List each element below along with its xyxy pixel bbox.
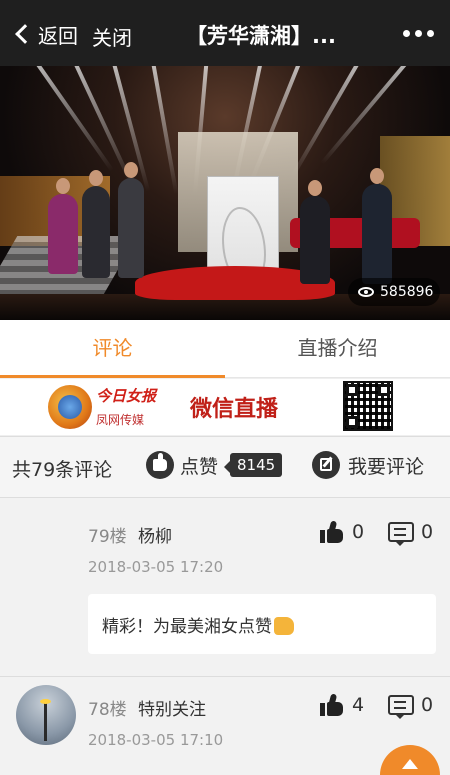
sponsor-banner: 今日女报 凤网传媒 微信直播	[0, 379, 450, 435]
chevron-left-icon	[15, 24, 35, 44]
comment-bubble-icon	[388, 695, 414, 719]
comment-text-body: 精彩！为最美湘女点赞	[102, 617, 272, 637]
comment-timestamp: 2018-03-05 17:20	[88, 558, 224, 576]
avatar[interactable]	[16, 512, 76, 572]
thumbs-up-emoji-icon	[274, 617, 294, 635]
back-label: 返回	[38, 23, 78, 48]
thumbs-up-icon	[320, 693, 344, 716]
eye-icon	[358, 287, 374, 297]
comment-reply-count: 0	[421, 694, 434, 716]
guest-figure	[118, 162, 144, 278]
avatar[interactable]	[16, 685, 76, 745]
guest-figure	[362, 168, 392, 284]
like-button[interactable]: 点赞 8145	[146, 451, 283, 479]
banner-title: 微信直播	[190, 396, 279, 422]
more-options-icon[interactable]	[403, 30, 434, 37]
comment-list: 79楼 杨柳 2018-03-05 17:20 0 0 精彩！为最美湘女点赞 7…	[0, 498, 450, 775]
comment-timestamp: 2018-03-05 17:10	[88, 731, 224, 749]
write-comment-label: 我要评论	[348, 455, 425, 478]
comment-floor: 79楼	[88, 527, 127, 547]
comment-username[interactable]: 特别关注	[138, 695, 206, 720]
comment-text: 精彩！为最美湘女点赞	[88, 594, 436, 654]
live-video-player[interactable]: 585896	[0, 66, 450, 320]
content-tabs: 评论 直播介绍	[0, 320, 450, 378]
like-count-badge: 8145	[223, 453, 283, 477]
comment-like-count: 0	[352, 521, 365, 543]
divider	[0, 676, 450, 677]
comment-action-bar: 共79条评论 点赞 8145 我要评论	[0, 436, 450, 498]
comment-count: 共79条评论	[12, 459, 113, 481]
comment-reply-count: 0	[421, 521, 434, 543]
comment-username[interactable]: 杨柳	[138, 522, 172, 547]
comment-reply-button[interactable]: 0	[388, 521, 434, 546]
thumbs-up-icon	[320, 520, 344, 543]
tab-comments[interactable]: 评论	[0, 320, 225, 378]
globe-logo-icon	[48, 385, 92, 429]
comment-floor: 78楼	[88, 700, 127, 720]
guest-figure	[82, 170, 110, 278]
close-button[interactable]: 关闭	[92, 22, 132, 51]
page-title: 【芳华潇湘】...	[186, 24, 336, 48]
qr-code-icon	[343, 381, 393, 431]
write-comment-button[interactable]: 我要评论	[312, 451, 424, 479]
edit-icon	[312, 451, 340, 479]
guest-figure	[48, 178, 78, 274]
media-group-name: 凤网传媒	[96, 413, 145, 427]
comment-reply-button[interactable]: 0	[388, 694, 434, 719]
view-count: 585896	[380, 284, 434, 300]
comment-like-count: 4	[352, 694, 365, 716]
top-nav-bar: 返回 关闭 【芳华潇湘】...	[0, 0, 450, 66]
tab-live-intro[interactable]: 直播介绍	[225, 320, 450, 377]
comment-bubble-icon	[388, 522, 414, 546]
newspaper-logo-text: 今日女报	[96, 387, 157, 405]
comment-like-button[interactable]: 4	[320, 693, 365, 716]
like-label: 点赞	[180, 455, 219, 478]
thumbs-up-icon	[146, 451, 174, 479]
comment-like-button[interactable]: 0	[320, 520, 365, 543]
stage-light-beam	[150, 66, 179, 195]
view-count-badge: 585896	[348, 278, 440, 306]
back-button[interactable]: 返回	[12, 18, 78, 50]
guest-figure	[300, 180, 330, 284]
